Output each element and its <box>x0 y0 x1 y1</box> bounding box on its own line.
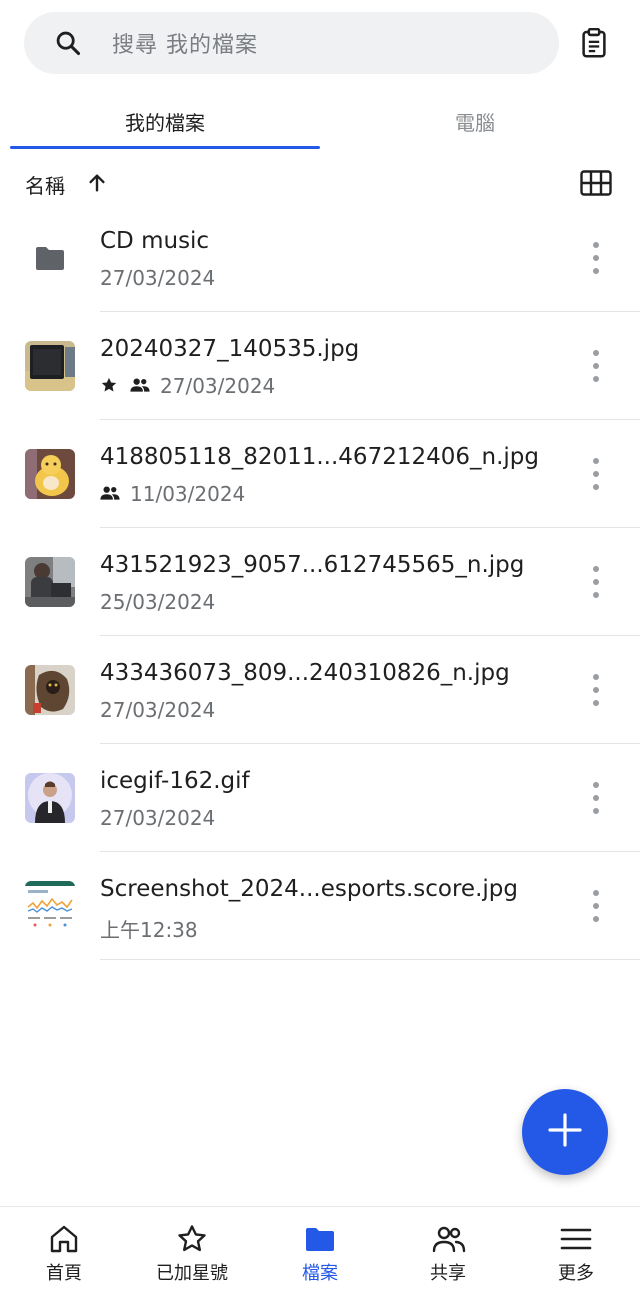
search-placeholder: 搜尋 我的檔案 <box>112 33 258 58</box>
list-item[interactable]: 20240327_140535.jpg 27/03/2024 <box>0 312 640 420</box>
star-icon <box>100 376 120 396</box>
nav-more[interactable]: 更多 <box>512 1207 640 1294</box>
menu-icon <box>560 1223 592 1255</box>
file-meta: 27/03/2024 <box>100 266 215 290</box>
file-date: 27/03/2024 <box>100 806 216 830</box>
more-options-icon[interactable] <box>584 238 608 278</box>
active-tab-indicator <box>10 146 320 149</box>
more-options-icon[interactable] <box>584 562 608 602</box>
file-date: 上午12:38 <box>100 918 198 942</box>
star-icon <box>176 1223 208 1255</box>
people-icon <box>432 1223 466 1255</box>
grid-view-icon[interactable] <box>580 170 612 196</box>
file-list: CD music 27/03/2024 20240327_140535.jpg … <box>0 204 640 960</box>
file-name: 433436073_809...240310826_n.jpg <box>100 660 510 686</box>
nav-files[interactable]: 檔案 <box>256 1207 384 1294</box>
file-name: 20240327_140535.jpg <box>100 336 360 362</box>
nav-shared[interactable]: 共享 <box>384 1207 512 1294</box>
more-options-icon[interactable] <box>584 346 608 386</box>
bottom-nav: 首頁 已加星號 檔案 共享 更多 <box>0 1206 640 1294</box>
file-meta: 27/03/2024 <box>100 806 215 830</box>
tab-my-files[interactable]: 我的檔案 <box>10 92 320 150</box>
file-meta: 上午12:38 <box>100 914 198 943</box>
image-thumbnail <box>25 665 75 715</box>
sort-bar: 名稱 <box>0 166 640 202</box>
nav-label: 已加星號 <box>156 1263 228 1284</box>
list-item[interactable]: 431521923_9057...612745565_n.jpg 25/03/2… <box>0 528 640 636</box>
file-date: 27/03/2024 <box>100 698 216 722</box>
image-thumbnail <box>25 449 75 499</box>
nav-label: 更多 <box>558 1263 594 1284</box>
shared-people-icon <box>130 376 150 396</box>
plus-icon <box>548 1113 582 1151</box>
nav-label: 首頁 <box>46 1263 82 1284</box>
folder-icon <box>304 1223 336 1255</box>
add-button[interactable] <box>522 1089 608 1175</box>
image-thumbnail <box>25 773 75 823</box>
file-name: CD music <box>100 228 210 254</box>
nav-starred[interactable]: 已加星號 <box>128 1207 256 1294</box>
file-date: 27/03/2024 <box>100 266 216 290</box>
list-item[interactable]: CD music 27/03/2024 <box>0 204 640 312</box>
shared-people-icon <box>100 484 120 504</box>
file-name: Screenshot_2024...esports.score.jpg <box>100 876 518 902</box>
file-date: 25/03/2024 <box>100 590 216 614</box>
file-meta: 27/03/2024 <box>100 374 275 398</box>
sort-label[interactable]: 名稱 <box>25 170 65 199</box>
file-meta: 27/03/2024 <box>100 698 215 722</box>
tab-computers[interactable]: 電腦 <box>320 92 630 150</box>
folder-icon <box>34 244 66 272</box>
nav-label: 檔案 <box>302 1263 338 1284</box>
file-name: icegif-162.gif <box>100 768 250 794</box>
image-thumbnail <box>25 341 75 391</box>
tab-bar: 我的檔案 電腦 <box>0 92 640 150</box>
home-icon <box>48 1223 80 1255</box>
list-item[interactable]: 418805118_82011...467212406_n.jpg 11/03/… <box>0 420 640 528</box>
file-meta: 11/03/2024 <box>100 482 245 506</box>
image-thumbnail <box>25 557 75 607</box>
more-options-icon[interactable] <box>584 454 608 494</box>
more-options-icon[interactable] <box>584 778 608 818</box>
clipboard-icon[interactable] <box>578 27 610 59</box>
file-date: 11/03/2024 <box>130 482 246 506</box>
list-item[interactable]: 433436073_809...240310826_n.jpg 27/03/20… <box>0 636 640 744</box>
nav-label: 共享 <box>430 1263 466 1284</box>
divider <box>100 959 640 960</box>
more-options-icon[interactable] <box>584 670 608 710</box>
image-thumbnail <box>25 881 75 931</box>
search-icon <box>54 29 82 57</box>
file-meta: 25/03/2024 <box>100 590 215 614</box>
search-bar[interactable]: 搜尋 我的檔案 <box>24 12 559 74</box>
file-name: 431521923_9057...612745565_n.jpg <box>100 552 525 578</box>
arrow-up-icon[interactable] <box>86 172 108 194</box>
nav-home[interactable]: 首頁 <box>0 1207 128 1294</box>
list-item[interactable]: icegif-162.gif 27/03/2024 <box>0 744 640 852</box>
more-options-icon[interactable] <box>584 886 608 926</box>
search-row: 搜尋 我的檔案 <box>24 12 616 74</box>
file-name: 418805118_82011...467212406_n.jpg <box>100 444 539 470</box>
file-date: 27/03/2024 <box>160 374 276 398</box>
list-item[interactable]: Screenshot_2024...esports.score.jpg 上午12… <box>0 852 640 960</box>
